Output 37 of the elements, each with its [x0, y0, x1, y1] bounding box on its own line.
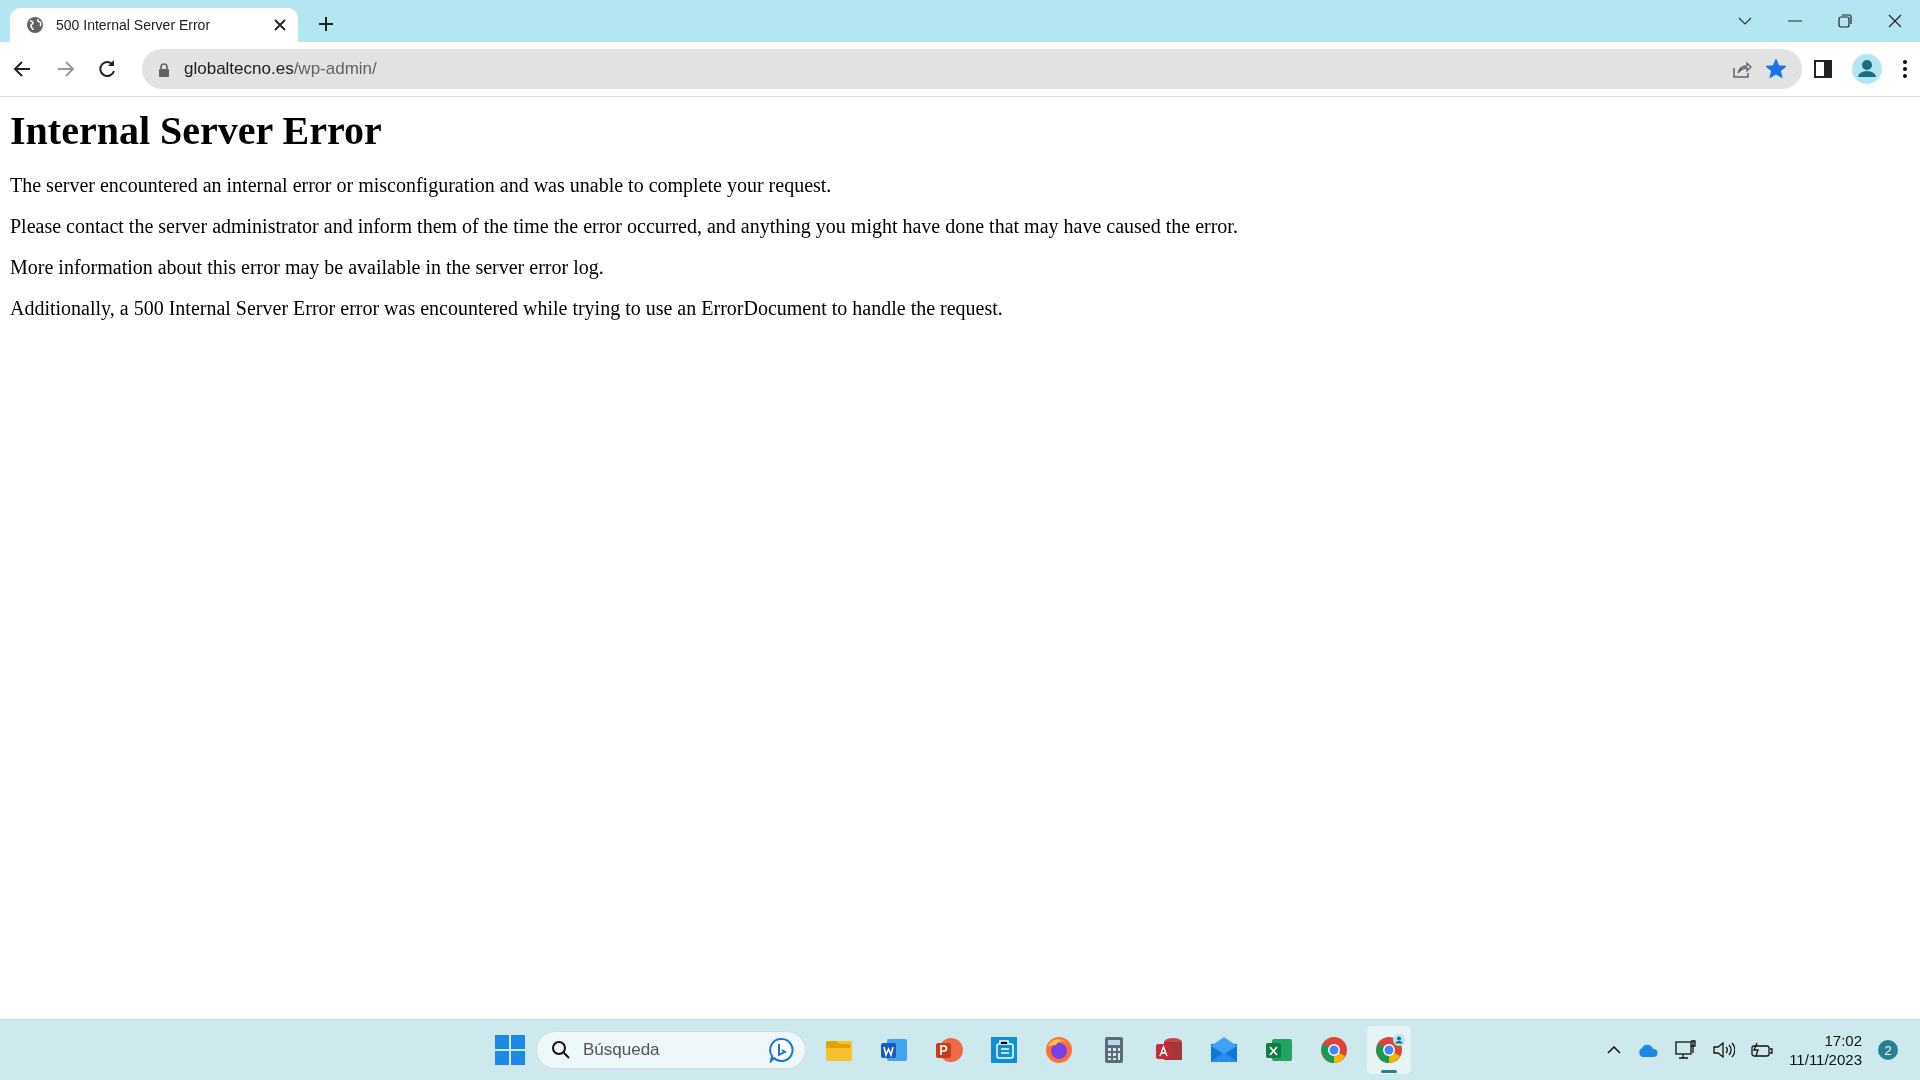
tab-title: 500 Internal Server Error: [56, 17, 212, 33]
share-icon[interactable]: [1732, 60, 1752, 78]
error-paragraph: Additionally, a 500 Internal Server Error error was encountered while trying to use an ErrorDocument to handle the request.: [10, 297, 1004, 320]
profile-avatar-icon[interactable]: [1852, 54, 1882, 84]
close-icon[interactable]: [274, 19, 286, 31]
menu-icon[interactable]: [1902, 60, 1908, 78]
notification-badge[interactable]: 2: [1878, 1040, 1898, 1060]
address-bar[interactable]: globaltecno.es/wp-admin/: [142, 49, 1802, 89]
firefox-app-icon: [1043, 1034, 1075, 1066]
side-panel-icon[interactable]: [1814, 60, 1832, 78]
taskbar-app-button[interactable]: [1367, 1026, 1411, 1074]
clock[interactable]: 17:02 11/11/2023: [1789, 1032, 1862, 1068]
cloud-icon[interactable]: [1637, 1043, 1660, 1057]
close-icon[interactable]: [1888, 14, 1902, 28]
globe-icon: [26, 16, 44, 34]
battery-icon[interactable]: [1751, 1042, 1774, 1058]
windows-start-icon[interactable]: [495, 1035, 525, 1065]
lock-icon: [158, 61, 170, 77]
page-heading: Internal Server Error: [10, 107, 383, 154]
search-icon: [551, 1040, 571, 1060]
taskbar-search-field[interactable]: Búsqueda: [536, 1031, 806, 1069]
search-placeholder: Búsqueda: [583, 1040, 661, 1060]
restore-icon[interactable]: [1838, 14, 1852, 28]
bookmark-star-icon[interactable]: [1766, 59, 1786, 79]
chevron-up-icon[interactable]: [1607, 1046, 1622, 1054]
chrome-app-icon: [1318, 1034, 1350, 1066]
error-paragraph: More information about this error may be available in the server error log.: [10, 256, 605, 279]
bing-chat-icon[interactable]: [769, 1037, 795, 1063]
speaker-icon[interactable]: [1713, 1041, 1736, 1059]
chrome-app-icon: [1373, 1034, 1405, 1066]
store-app-icon: [988, 1034, 1020, 1066]
error-paragraph: Please contact the server administrator and inform them of the time the error occurred, and anything you might have done that may have caused the error.: [10, 215, 1239, 238]
error-paragraph: The server encountered an internal error or misconfiguration and was unable to complete your request.: [10, 174, 833, 197]
url-text: globaltecno.es/wp-admin/: [184, 59, 378, 79]
chevron-down-icon[interactable]: [1738, 17, 1752, 25]
browser-tab[interactable]: 500 Internal Server Error: [10, 8, 298, 42]
monitor-icon[interactable]: [1675, 1039, 1698, 1061]
